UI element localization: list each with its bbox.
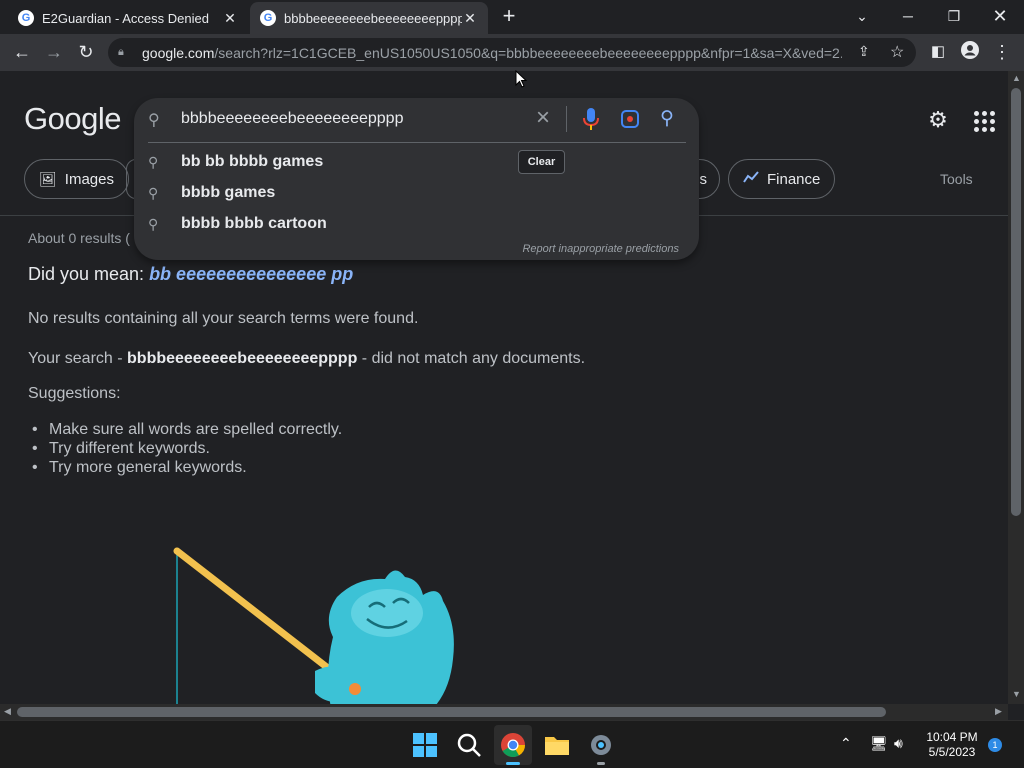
search-input[interactable]: bbbbeeeeeeeebeeeeeeeepppp	[181, 110, 403, 128]
chip-finance[interactable]: Finance	[728, 159, 836, 199]
report-predictions-link[interactable]: Report inappropriate predictions	[522, 243, 679, 255]
url-text[interactable]: google.com/search?rlz=1C1GCEB_enUS1050US…	[142, 45, 842, 61]
tab-title: bbbbeeeeeeeebeeeeeeeepppp -	[284, 10, 462, 26]
profile-icon[interactable]	[958, 40, 982, 64]
search-icon: ⚲	[148, 184, 159, 201]
mismatch-prefix: Your search -	[28, 350, 128, 367]
google-lens-camera-icon[interactable]	[621, 110, 639, 128]
taskbar-search-icon[interactable]	[455, 731, 483, 759]
address-bar[interactable]: 🔒︎ google.com/search?rlz=1C1GCEB_enUS105…	[108, 38, 916, 67]
scroll-down-icon[interactable]: ▼	[1012, 689, 1021, 699]
chip-label: Finance	[767, 170, 821, 188]
google-logo[interactable]: Google	[24, 101, 121, 137]
search-submit-icon[interactable]: ⚲	[660, 107, 674, 130]
minimize-icon[interactable]: ─	[888, 4, 928, 28]
scroll-right-icon[interactable]: ▶	[995, 706, 1002, 717]
did-you-mean-label: Did you mean:	[28, 264, 150, 284]
tab-search-icon[interactable]: ⌄	[842, 4, 882, 28]
suggestion-text: bbbb bbbb cartoon	[181, 215, 327, 232]
windows-taskbar: ⌃ 🖥︎ 🔊︎ 10:04 PM 5/5/2023 1	[0, 720, 1024, 768]
volume-icon[interactable]: 🔊︎	[894, 735, 903, 752]
search-mismatch-text: Your search - bbbbeeeeeeeebeeeeeeeepppp …	[28, 350, 585, 368]
tab-title: E2Guardian - Access Denied	[42, 10, 209, 26]
tips-list: Make sure all words are spelled correctl…	[32, 420, 342, 477]
search-divider	[566, 106, 567, 132]
mouse-cursor-icon	[515, 70, 527, 88]
google-apps-icon[interactable]	[972, 109, 996, 133]
active-app-indicator	[506, 762, 520, 765]
vertical-scroll-thumb[interactable]	[1011, 88, 1021, 516]
tip-item: Make sure all words are spelled correctl…	[32, 420, 342, 439]
search-icon: ⚲	[148, 215, 159, 232]
close-window-icon[interactable]: ✕	[980, 4, 1020, 28]
suggestion-text: bb bb bbbb games	[181, 153, 324, 170]
back-icon[interactable]: ←	[10, 40, 34, 64]
no-results-text: No results containing all your search te…	[28, 310, 419, 327]
clock-time: 10:04 PM	[926, 730, 978, 744]
show-hidden-icons-chevron-icon[interactable]: ⌃	[840, 735, 852, 752]
chip-images[interactable]: 🖼︎ Images	[24, 159, 129, 199]
running-app-indicator	[597, 762, 605, 765]
close-tab-icon[interactable]: ✕	[462, 10, 478, 27]
horizontal-scroll-thumb[interactable]	[17, 707, 886, 717]
tab-strip: G E2Guardian - Access Denied ✕ G bbbbeee…	[0, 0, 1024, 34]
menu-kebab-icon[interactable]: ⋮	[990, 40, 1014, 64]
voice-search-mic-icon[interactable]	[583, 107, 599, 131]
clear-tooltip: Clear	[518, 150, 565, 174]
restore-icon[interactable]: ❐	[934, 4, 974, 28]
image-icon: 🖼︎	[39, 170, 57, 187]
settings-gear-icon[interactable]: ⚙	[924, 107, 952, 135]
suggestion-item[interactable]: ⚲ bbbb bbbb cartoon	[148, 210, 327, 238]
search-icon: ⚲	[148, 153, 159, 170]
new-tab-button[interactable]: +	[498, 5, 520, 27]
windows-start-icon[interactable]	[411, 731, 439, 759]
chip-label: Images	[64, 170, 114, 188]
tools-button[interactable]: Tools	[940, 171, 973, 187]
taskbar-clock[interactable]: 10:04 PM 5/5/2023	[918, 730, 986, 760]
reload-icon[interactable]: ↻	[74, 40, 98, 64]
close-tab-icon[interactable]: ✕	[222, 10, 238, 27]
suggestion-item[interactable]: ⚲ bb bb bbbb games	[148, 148, 323, 176]
search-icon: ⚲	[148, 112, 160, 129]
network-icon[interactable]: 🖥︎	[870, 735, 888, 752]
spelling-correction-link[interactable]: bb eeeeeeeeeeeeeee pp	[149, 264, 353, 284]
search-suggestion-dropdown: ⚲ bbbbeeeeeeeebeeeeeeeepppp × ⚲ ⚲ bb bb …	[134, 98, 699, 260]
lock-icon: 🔒︎	[118, 46, 124, 58]
url-path: /search?rlz=1C1GCEB_enUS1050US1050&q=bbb…	[214, 44, 842, 61]
page-content: Google 🖼︎ Images s Finance Tools ⚙ About…	[0, 71, 1008, 704]
clock-date: 5/5/2023	[928, 745, 976, 759]
scroll-left-icon[interactable]: ◀	[4, 706, 11, 717]
share-icon[interactable]: ⇪	[858, 43, 870, 60]
settings-app-icon[interactable]	[587, 731, 615, 759]
tab-google-search[interactable]: G bbbbeeeeeeeebeeeeeeeepppp - ✕	[250, 2, 488, 34]
suggestion-item[interactable]: ⚲ bbbb games	[148, 179, 275, 207]
did-you-mean: Did you mean: bb eeeeeeeeeeeeeee pp	[28, 264, 353, 285]
browser-toolbar: ← → ↻ 🔒︎ google.com/search?rlz=1C1GCEB_e…	[0, 34, 1024, 71]
suggestion-text: bbbb games	[181, 184, 276, 201]
tab-e2guardian[interactable]: G E2Guardian - Access Denied ✕	[8, 2, 248, 34]
file-explorer-icon[interactable]	[543, 731, 571, 759]
clear-icon[interactable]: ×	[532, 106, 554, 130]
results-count: About 0 results (	[28, 230, 130, 246]
finance-chart-icon	[743, 170, 759, 188]
tip-item: Try different keywords.	[32, 439, 342, 458]
tip-item: Try more general keywords.	[32, 458, 342, 477]
side-panel-icon[interactable]: ◧	[926, 40, 950, 64]
url-host: google.com	[142, 44, 215, 61]
dropdown-divider	[148, 142, 686, 143]
suggestions-label: Suggestions:	[28, 385, 121, 402]
google-favicon-icon: G	[18, 10, 34, 26]
google-favicon-icon: G	[260, 10, 276, 26]
mismatch-suffix: - did not match any documents.	[357, 350, 586, 367]
notification-badge[interactable]: 1	[988, 738, 1002, 752]
forward-icon[interactable]: →	[42, 40, 66, 64]
fishing-monster-illustration	[173, 547, 454, 704]
chip-label: s	[699, 170, 708, 188]
mismatch-term: bbbbeeeeeeeebeeeeeeeepppp	[127, 350, 358, 367]
chrome-icon[interactable]	[499, 731, 527, 759]
bookmark-star-icon[interactable]: ☆	[890, 42, 904, 62]
scroll-up-icon[interactable]: ▲	[1012, 73, 1021, 83]
